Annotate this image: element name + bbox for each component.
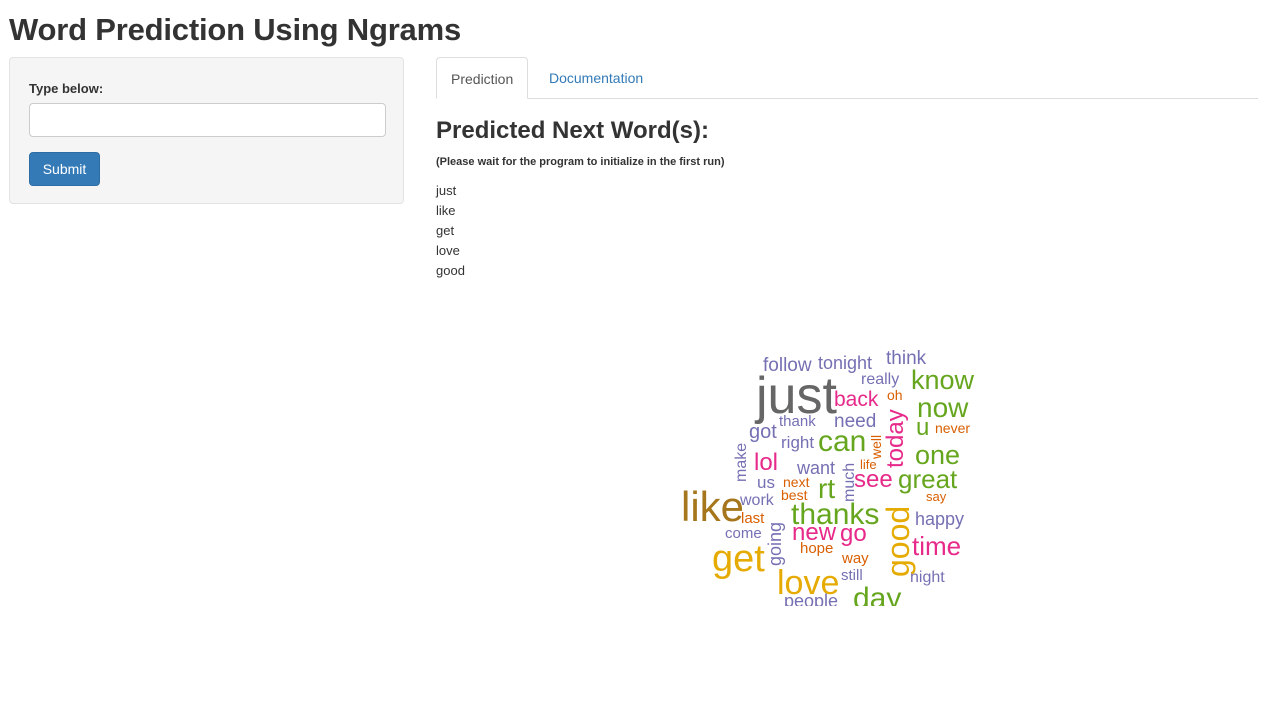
cloud-word-last: last — [741, 510, 765, 527]
word-cloud: just like get love good day thanks can know now on… — [676, 344, 976, 606]
prediction-item: like — [436, 203, 456, 218]
cloud-word-come: come — [725, 525, 762, 542]
cloud-word-thank: thank — [779, 413, 816, 430]
tab-prediction[interactable]: Prediction — [436, 57, 529, 99]
cloud-word-life: life — [860, 457, 877, 472]
cloud-word-best: best — [781, 487, 808, 503]
prediction-item: just — [436, 183, 457, 198]
cloud-word-really: really — [861, 371, 900, 388]
cloud-word-good: good — [880, 505, 916, 577]
prediction-item: good — [436, 263, 465, 278]
cloud-word-people: people — [784, 591, 839, 606]
cloud-word-us: us — [757, 473, 775, 492]
cloud-word-make: make — [733, 442, 750, 482]
cloud-word-night: night — [910, 569, 945, 586]
cloud-word-day: day — [853, 582, 902, 607]
cloud-word-follow: follow — [763, 355, 812, 376]
cloud-word-work: work — [740, 492, 774, 509]
cloud-word-oh: oh — [887, 387, 903, 403]
cloud-word-going: going — [765, 521, 785, 566]
cloud-word-get: get — [712, 538, 765, 580]
cloud-word-rt: rt — [818, 473, 836, 504]
cloud-word-time: time — [912, 531, 962, 561]
prediction-list: just like get love good — [436, 181, 465, 281]
input-label: Type below: — [29, 81, 104, 96]
predicted-heading: Predicted Next Word(s): — [436, 117, 709, 144]
cloud-word-way: way — [842, 550, 869, 567]
cloud-word-think: think — [886, 348, 927, 369]
sidebar-panel: Type below: Submit — [9, 57, 404, 204]
cloud-word-much: much — [841, 462, 858, 502]
cloud-word-got: got — [749, 421, 777, 443]
cloud-word-never: never — [935, 420, 971, 436]
cloud-word-tonight: tonight — [818, 353, 873, 373]
cloud-word-still: still — [841, 567, 863, 584]
cloud-word-go: go — [840, 520, 867, 547]
prediction-item: love — [436, 243, 460, 258]
prediction-item: get — [436, 223, 455, 238]
cloud-word-like: like — [681, 483, 745, 530]
cloud-word-today: today — [882, 409, 909, 468]
cloud-word-say: say — [926, 489, 947, 504]
cloud-word-lol: lol — [754, 449, 779, 476]
cloud-word-need: need — [834, 411, 877, 432]
cloud-word-happy: happy — [915, 509, 965, 529]
cloud-word-u: u — [916, 414, 930, 441]
cloud-word-well: well — [868, 434, 884, 459]
cloud-word-know: know — [911, 365, 975, 395]
initialize-note: (Please wait for the program to initiali… — [436, 156, 725, 168]
tab-bar: Prediction Documentation — [436, 57, 1258, 99]
page-title: Word Prediction Using Ngrams — [9, 12, 461, 47]
submit-button[interactable]: Submit — [29, 152, 100, 186]
cloud-word-hope: hope — [800, 540, 834, 557]
cloud-word-back: back — [834, 388, 879, 411]
tab-documentation[interactable]: Documentation — [535, 57, 657, 99]
cloud-word-right: right — [781, 433, 815, 452]
text-input[interactable] — [29, 103, 386, 137]
